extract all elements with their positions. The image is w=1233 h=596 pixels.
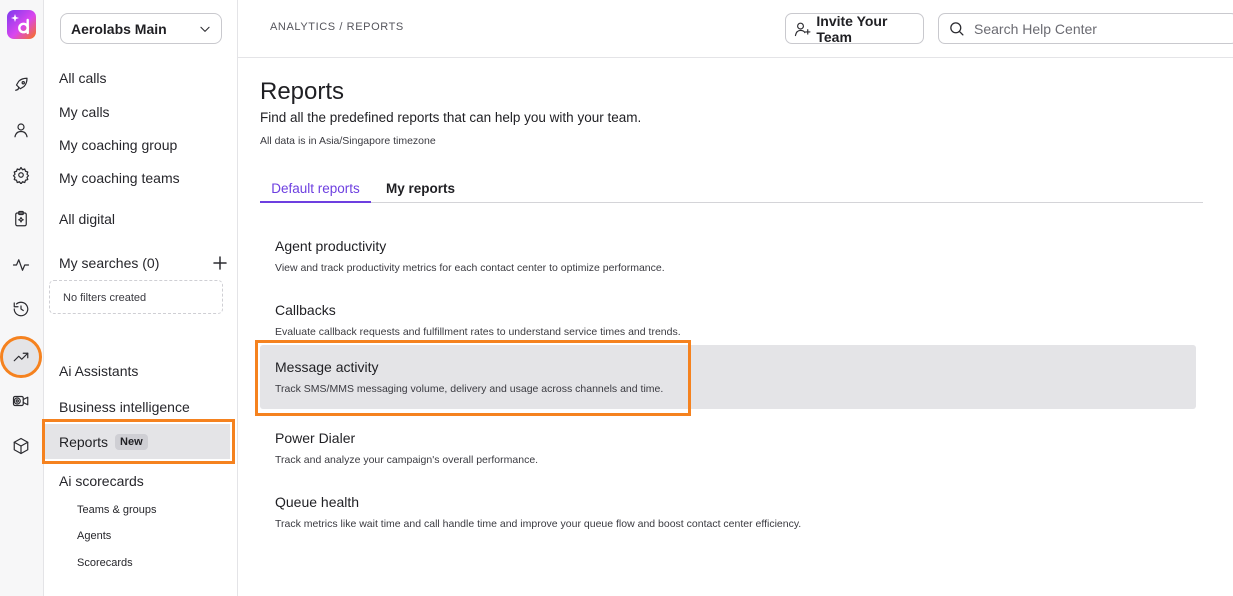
no-filters-placeholder: No filters created bbox=[49, 280, 223, 314]
highlight-rect-reports bbox=[42, 419, 235, 464]
no-filters-text: No filters created bbox=[63, 292, 147, 304]
chevron-down-icon bbox=[198, 22, 212, 39]
sidebar-item-my-calls[interactable]: My calls bbox=[59, 104, 110, 120]
page-subtitle: Find all the predefined reports that can… bbox=[260, 110, 642, 125]
report-title: Callbacks bbox=[275, 302, 336, 318]
gear-icon[interactable] bbox=[9, 163, 33, 187]
workspace-dropdown[interactable]: Aerolabs Main bbox=[60, 13, 222, 44]
highlight-ring bbox=[0, 336, 42, 378]
report-card-agent-productivity[interactable]: Agent productivity View and track produc… bbox=[260, 222, 1196, 286]
sidebar-item-all-digital[interactable]: All digital bbox=[59, 211, 115, 227]
icon-rail bbox=[0, 0, 44, 596]
breadcrumb: ANALYTICS / REPORTS bbox=[270, 21, 404, 33]
report-description: Evaluate callback requests and fulfillme… bbox=[275, 326, 681, 338]
search-icon bbox=[950, 22, 964, 36]
activity-icon[interactable] bbox=[9, 253, 33, 277]
report-description: View and track productivity metrics for … bbox=[275, 262, 665, 274]
sidebar-item-my-coaching-teams[interactable]: My coaching teams bbox=[59, 170, 180, 186]
sidebar-subitem-scorecards[interactable]: Scorecards bbox=[77, 557, 133, 569]
help-search-input[interactable] bbox=[974, 20, 1214, 37]
report-card-queue-health[interactable]: Queue health Track metrics like wait tim… bbox=[260, 478, 1196, 542]
secondary-sidebar: Aerolabs Main All calls My calls My coac… bbox=[44, 0, 238, 596]
sidebar-item-business-intelligence[interactable]: Business intelligence bbox=[59, 399, 190, 415]
sidebar-item-my-searches[interactable]: My searches (0) bbox=[59, 255, 159, 271]
invite-team-label: Invite Your Team bbox=[816, 12, 888, 45]
sidebar-item-all-calls[interactable]: All calls bbox=[59, 70, 106, 86]
history-icon[interactable] bbox=[9, 297, 33, 321]
help-search[interactable] bbox=[938, 13, 1233, 44]
report-card-power-dialer[interactable]: Power Dialer Track and analyze your camp… bbox=[260, 414, 1196, 478]
tab-default-reports[interactable]: Default reports bbox=[260, 176, 371, 203]
add-search-icon[interactable] bbox=[212, 255, 228, 271]
sidebar-item-ai-scorecards[interactable]: Ai scorecards bbox=[59, 473, 144, 489]
report-tabs: Default reports My reports bbox=[260, 176, 1203, 203]
top-bar: ANALYTICS / REPORTS Invite Your Team bbox=[238, 0, 1233, 58]
sidebar-item-my-coaching-group[interactable]: My coaching group bbox=[59, 137, 177, 153]
sidebar-subitem-agents[interactable]: Agents bbox=[77, 530, 111, 542]
video-gear-icon[interactable] bbox=[9, 389, 33, 413]
app-logo[interactable] bbox=[7, 10, 36, 39]
page-title: Reports bbox=[260, 78, 345, 105]
sidebar-subitem-teams-groups[interactable]: Teams & groups bbox=[77, 504, 156, 516]
tab-my-reports[interactable]: My reports bbox=[386, 176, 455, 203]
cube-icon[interactable] bbox=[9, 434, 33, 458]
workspace-label: Aerolabs Main bbox=[71, 20, 167, 37]
rocket-icon[interactable] bbox=[9, 73, 33, 97]
report-title: Power Dialer bbox=[275, 430, 356, 446]
report-description: Track metrics like wait time and call ha… bbox=[275, 518, 802, 530]
report-description: Track and analyze your campaign's overal… bbox=[275, 454, 539, 466]
sidebar-item-ai-assistants[interactable]: Ai Assistants bbox=[59, 363, 138, 379]
invite-team-button[interactable]: Invite Your Team bbox=[785, 12, 924, 45]
timezone-note: All data is in Asia/Singapore timezone bbox=[260, 135, 436, 147]
user-icon[interactable] bbox=[9, 118, 33, 142]
highlight-rect-message-activity bbox=[255, 340, 691, 416]
clipboard-sparkle-icon[interactable] bbox=[9, 207, 33, 231]
user-plus-icon bbox=[794, 22, 811, 36]
report-title: Queue health bbox=[275, 494, 360, 510]
report-title: Agent productivity bbox=[275, 238, 387, 254]
